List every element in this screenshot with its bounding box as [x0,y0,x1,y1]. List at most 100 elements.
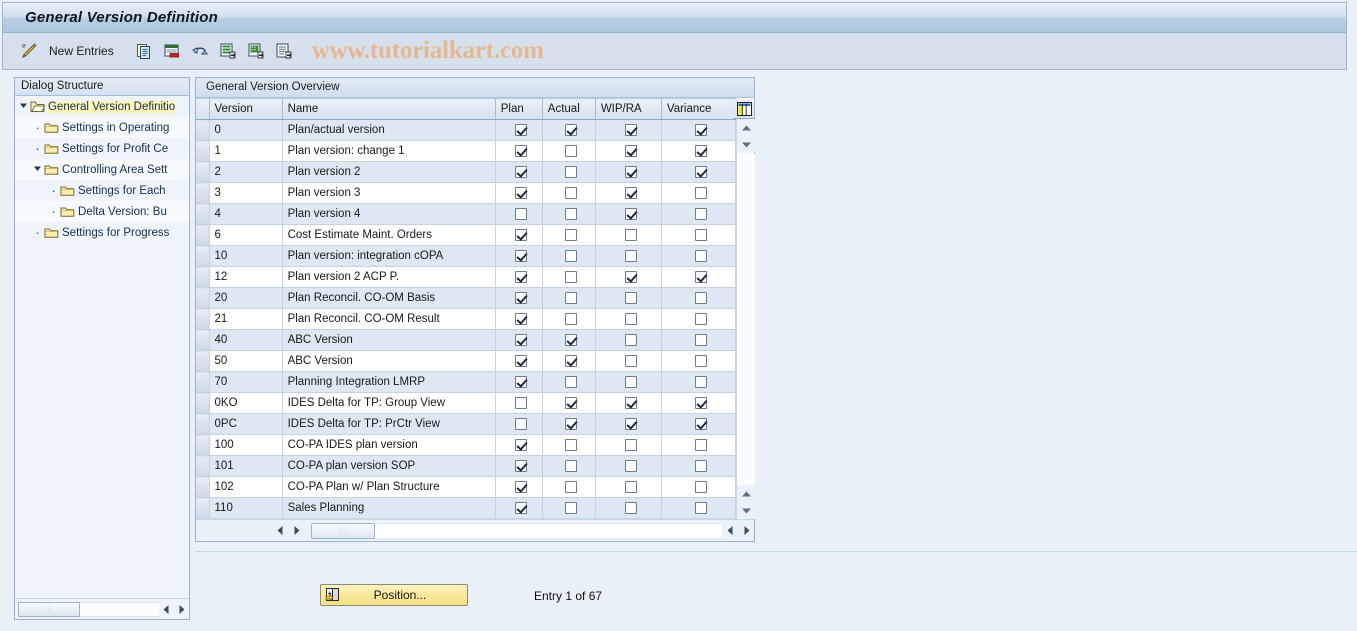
cell-wipra-checkbox[interactable] [595,498,661,519]
cell-actual-checkbox[interactable] [542,351,595,372]
checkbox-checked-icon[interactable] [515,271,527,283]
row-select-cell[interactable] [196,267,209,288]
checkbox-unchecked-icon[interactable] [565,502,577,514]
checkbox-checked-icon[interactable] [515,229,527,241]
checkbox-unchecked-icon[interactable] [625,460,637,472]
row-select-cell[interactable] [196,435,209,456]
cell-wipra-checkbox[interactable] [595,267,661,288]
cell-version[interactable]: 101 [209,456,282,477]
hscroll-thumb[interactable]: :::::: [311,523,375,539]
checkbox-checked-icon[interactable] [515,481,527,493]
cell-wipra-checkbox[interactable] [595,225,661,246]
checkbox-unchecked-icon[interactable] [625,334,637,346]
checkbox-unchecked-icon[interactable] [515,208,527,220]
row-select-cell[interactable] [196,183,209,204]
table-row[interactable]: 6Cost Estimate Maint. Orders [196,225,736,246]
cell-name[interactable]: Cost Estimate Maint. Orders [282,225,495,246]
row-select-cell[interactable] [196,330,209,351]
column-header-name[interactable]: Name [282,99,495,120]
checkbox-unchecked-icon[interactable] [565,145,577,157]
checkbox-unchecked-icon[interactable] [695,313,707,325]
checkbox-checked-icon[interactable] [565,397,577,409]
cell-plan-checkbox[interactable] [495,435,542,456]
display-change-button[interactable] [15,39,43,63]
checkbox-checked-icon[interactable] [625,166,637,178]
cell-actual-checkbox[interactable] [542,498,595,519]
checkbox-unchecked-icon[interactable] [565,187,577,199]
cell-version[interactable]: 102 [209,477,282,498]
scroll-page-down-button[interactable] [737,502,755,519]
cell-plan-checkbox[interactable] [495,141,542,162]
cell-wipra-checkbox[interactable] [595,330,661,351]
checkbox-checked-icon[interactable] [515,250,527,262]
cell-plan-checkbox[interactable] [495,204,542,225]
checkbox-checked-icon[interactable] [515,292,527,304]
table-row[interactable]: 70Planning Integration LMRP [196,372,736,393]
cell-name[interactable]: Sales Planning [282,498,495,519]
cell-variance-checkbox[interactable] [661,477,735,498]
checkbox-unchecked-icon[interactable] [625,481,637,493]
checkbox-checked-icon[interactable] [515,334,527,346]
chevron-down-icon[interactable] [17,101,30,112]
checkbox-unchecked-icon[interactable] [565,250,577,262]
cell-actual-checkbox[interactable] [542,267,595,288]
checkbox-unchecked-icon[interactable] [625,313,637,325]
sidebar-item-3[interactable]: Controlling Area Sett [15,159,189,180]
checkbox-unchecked-icon[interactable] [565,481,577,493]
checkbox-checked-icon[interactable] [625,271,637,283]
checkbox-unchecked-icon[interactable] [695,439,707,451]
cell-plan-checkbox[interactable] [495,414,542,435]
cell-version[interactable]: 20 [209,288,282,309]
sidebar-item-1[interactable]: ·Settings in Operating [15,117,189,138]
tree-hscroll-track[interactable] [80,602,159,617]
table-row[interactable]: 10Plan version: integration cOPA [196,246,736,267]
cell-actual-checkbox[interactable] [542,141,595,162]
table-horizontal-scrollbar[interactable]: :::::: [196,519,754,541]
scroll-down-button[interactable] [737,136,755,153]
cell-plan-checkbox[interactable] [495,456,542,477]
cell-variance-checkbox[interactable] [661,204,735,225]
cell-variance-checkbox[interactable] [661,141,735,162]
row-select-cell[interactable] [196,351,209,372]
cell-actual-checkbox[interactable] [542,288,595,309]
hscroll-left-button[interactable] [272,523,288,539]
cell-wipra-checkbox[interactable] [595,435,661,456]
cell-name[interactable]: CO-PA plan version SOP [282,456,495,477]
cell-variance-checkbox[interactable] [661,435,735,456]
checkbox-unchecked-icon[interactable] [625,292,637,304]
checkbox-checked-icon[interactable] [515,502,527,514]
checkbox-unchecked-icon[interactable] [695,355,707,367]
cell-name[interactable]: IDES Delta for TP: PrCtr View [282,414,495,435]
table-row[interactable]: 110Sales Planning [196,498,736,519]
undo-button[interactable] [186,39,214,63]
checkbox-checked-icon[interactable] [565,418,577,430]
cell-version[interactable]: 0PC [209,414,282,435]
row-select-cell[interactable] [196,498,209,519]
checkbox-checked-icon[interactable] [515,187,527,199]
table-row[interactable]: 3Plan version 3 [196,183,736,204]
cell-version[interactable]: 10 [209,246,282,267]
cell-variance-checkbox[interactable] [661,456,735,477]
checkbox-unchecked-icon[interactable] [695,187,707,199]
checkbox-checked-icon[interactable] [515,460,527,472]
chevron-down-icon[interactable] [31,164,44,175]
row-select-cell[interactable] [196,204,209,225]
position-button[interactable]: Position... [320,584,468,606]
cell-plan-checkbox[interactable] [495,162,542,183]
cell-wipra-checkbox[interactable] [595,141,661,162]
cell-version[interactable]: 0KO [209,393,282,414]
cell-variance-checkbox[interactable] [661,288,735,309]
checkbox-checked-icon[interactable] [695,124,707,136]
cell-plan-checkbox[interactable] [495,120,542,141]
checkbox-unchecked-icon[interactable] [515,418,527,430]
cell-wipra-checkbox[interactable] [595,120,661,141]
row-select-cell[interactable] [196,225,209,246]
cell-plan-checkbox[interactable] [495,225,542,246]
table-row[interactable]: 50ABC Version [196,351,736,372]
cell-plan-checkbox[interactable] [495,330,542,351]
column-header-wipra[interactable]: WIP/RA [595,99,661,120]
checkbox-checked-icon[interactable] [625,208,637,220]
table-row[interactable]: 1Plan version: change 1 [196,141,736,162]
cell-wipra-checkbox[interactable] [595,372,661,393]
hscroll-right-button[interactable] [288,523,304,539]
